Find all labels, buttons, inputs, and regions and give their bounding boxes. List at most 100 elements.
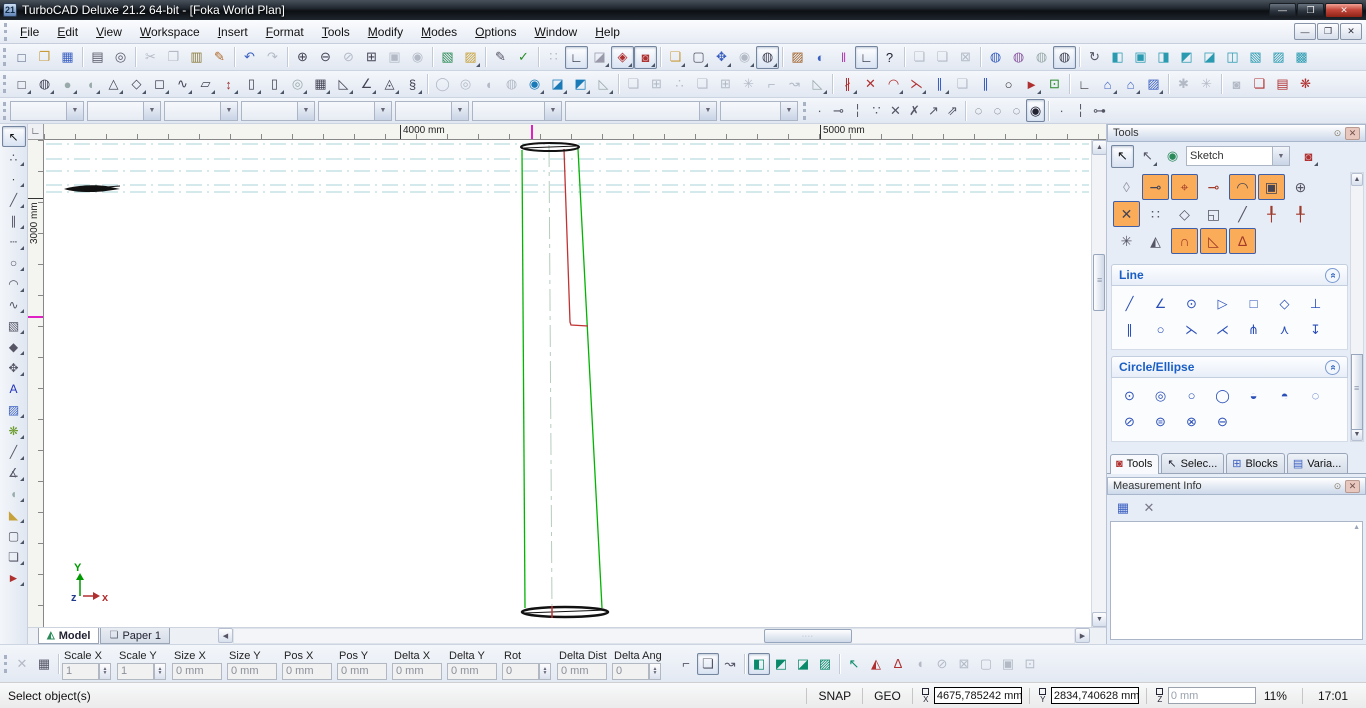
line-tangent-arc-tool[interactable]: ○: [1147, 317, 1174, 342]
dropdown-arrow-icon[interactable]: ▼: [699, 102, 716, 120]
cylinder-tool[interactable]: ▯: [240, 73, 263, 96]
ellipse-radii-tool[interactable]: ⊘: [1116, 409, 1143, 434]
redline-tool[interactable]: ►: [2, 567, 26, 588]
snap-mode-line[interactable]: ╎: [1071, 99, 1090, 122]
snap-mode-pair[interactable]: ∵: [867, 99, 886, 122]
format-page-tool[interactable]: ▤: [1271, 73, 1294, 96]
scroll-right-icon[interactable]: ▶: [1075, 628, 1090, 643]
palette-node-select-tool[interactable]: ↖: [1136, 145, 1159, 168]
solid-subtract-tool[interactable]: ◪: [546, 73, 569, 96]
palette-close-icon[interactable]: ✕: [1345, 127, 1360, 140]
view-iso-sw-button[interactable]: ▩: [1290, 46, 1313, 69]
spline-tool[interactable]: ∿: [2, 294, 26, 315]
wedge-2-tool[interactable]: ◺: [806, 73, 829, 96]
palette-close-icon[interactable]: ✕: [1345, 480, 1360, 493]
node-edit-2-tool[interactable]: ⌂: [1119, 73, 1142, 96]
field-input[interactable]: 0 mm ▲▼: [392, 663, 442, 680]
spinner-icon[interactable]: ▲▼: [99, 663, 111, 680]
palette-bucket-tool[interactable]: ◙: [1297, 145, 1320, 168]
menu-file[interactable]: File: [11, 21, 48, 43]
view-iso-se-button[interactable]: ▨: [1267, 46, 1290, 69]
measure-table-button[interactable]: ▦: [1112, 498, 1134, 518]
cone-tool[interactable]: △: [102, 73, 125, 96]
property-combo-4[interactable]: ▼: [241, 101, 315, 121]
property-combo-3[interactable]: ▼: [164, 101, 238, 121]
geo-toggle[interactable]: GEO: [870, 689, 905, 703]
menu-workspace[interactable]: Workspace: [131, 21, 209, 43]
snap-mode-trace[interactable]: ⊶: [1090, 99, 1109, 122]
line-perp-to-line-tool[interactable]: ⋔: [1240, 317, 1267, 342]
text-tool[interactable]: A: [2, 378, 26, 399]
extract-from-button[interactable]: ❏: [664, 46, 687, 69]
overlap-order-tool[interactable]: ❏: [1248, 73, 1271, 96]
copy-button[interactable]: ❐: [162, 46, 185, 69]
vertical-scrollbar[interactable]: ▲ ▼: [1091, 140, 1106, 627]
zoom-in-button[interactable]: ⊕: [291, 46, 314, 69]
lathe-tool[interactable]: ↕: [217, 73, 240, 96]
snap-intersection[interactable]: ✕: [1113, 201, 1140, 227]
measure-clear-button[interactable]: ✕: [1138, 498, 1160, 518]
mdi-restore-button[interactable]: ❐: [1317, 23, 1339, 40]
spinner-icon[interactable]: ▲▼: [539, 663, 551, 680]
view-top-button[interactable]: ▣: [1129, 46, 1152, 69]
render-wireframe-button[interactable]: ◍: [984, 46, 1007, 69]
material-button[interactable]: ▨: [786, 46, 809, 69]
selector-edit-button[interactable]: ↝: [719, 653, 741, 675]
transform-select-tool[interactable]: ▢: [2, 525, 26, 546]
collapse-icon[interactable]: »: [1325, 360, 1340, 375]
snap-magnetic-point[interactable]: ∩: [1171, 228, 1198, 254]
zoom-previous-button[interactable]: ⊘: [337, 46, 360, 69]
boolean-intersect-tool[interactable]: ◖: [477, 73, 500, 96]
palette-world-button[interactable]: ◉: [1161, 145, 1184, 168]
trim-tool[interactable]: ∦: [836, 73, 859, 96]
angle-dimension-tool[interactable]: ∡: [2, 462, 26, 483]
copy-mirror-tool[interactable]: ❏: [691, 73, 714, 96]
property-combo-1[interactable]: ▼: [10, 101, 84, 121]
close-button[interactable]: ✕: [1325, 3, 1363, 18]
copy-vector-tool[interactable]: ⌐: [760, 73, 783, 96]
boolean-subtract-tool[interactable]: ◎: [454, 73, 477, 96]
hemisphere-tool[interactable]: ◖: [79, 73, 102, 96]
vertical-scroll-thumb[interactable]: [1093, 254, 1105, 311]
dimension-tool[interactable]: ╱: [2, 441, 26, 462]
snap-mode-cross[interactable]: ✕: [886, 99, 905, 122]
line-perpendicular-tool[interactable]: ⊥: [1302, 291, 1329, 316]
measurement-info-content[interactable]: ▲: [1110, 521, 1363, 640]
zoom-full-button[interactable]: ▣: [383, 46, 406, 69]
render-hidden-line-button[interactable]: ◍: [1007, 46, 1030, 69]
context-help-button[interactable]: ?: [878, 46, 901, 69]
circle-concentric-tool[interactable]: ◎: [1147, 383, 1174, 408]
view-back-button[interactable]: ◪: [1198, 46, 1221, 69]
line-polygon-vertex-tool[interactable]: ▷: [1209, 291, 1236, 316]
object-snap-tool[interactable]: ⊡: [1043, 73, 1066, 96]
selector-2d-button[interactable]: ⌐: [675, 653, 697, 675]
solid-3d-tool[interactable]: ◆: [2, 336, 26, 357]
tab-model[interactable]: ◭ Model: [38, 628, 99, 644]
field-input[interactable]: 0 mm ▲▼: [447, 663, 497, 680]
boolean-slice-tool[interactable]: ◍: [500, 73, 523, 96]
menu-view[interactable]: View: [87, 21, 131, 43]
luminance-button[interactable]: ◐: [809, 46, 832, 69]
dropdown-arrow-icon[interactable]: ▼: [451, 102, 468, 120]
view-front-button[interactable]: ◧: [1106, 46, 1129, 69]
stretch-tool[interactable]: ❏: [951, 73, 974, 96]
snap-mode-nearest[interactable]: ⊸: [829, 99, 848, 122]
circle-edit-tool[interactable]: ○: [997, 73, 1020, 96]
spiral-3d-tool[interactable]: §: [401, 73, 424, 96]
snap-mode-cross-2[interactable]: ✗: [905, 99, 924, 122]
field-input[interactable]: 0 ▲▼: [502, 663, 539, 680]
menu-insert[interactable]: Insert: [209, 21, 257, 43]
snap-mode-circle-2[interactable]: ◌: [988, 99, 1007, 122]
snap-arc-center[interactable]: ◠: [1229, 174, 1256, 200]
scroll-left-icon[interactable]: ◀: [218, 628, 233, 643]
eraser-toggle[interactable]: ◪: [588, 46, 611, 69]
circle-tangent-line-tool[interactable]: ◒: [1240, 383, 1267, 408]
field-input[interactable]: 0 mm ▲▼: [557, 663, 607, 680]
snap-quadrant[interactable]: ▣: [1258, 174, 1285, 200]
spinner-icon[interactable]: ▲▼: [649, 663, 661, 680]
chamfer-tool[interactable]: ⋋: [905, 73, 928, 96]
dropdown-arrow-icon[interactable]: ▼: [297, 102, 314, 120]
snap-none[interactable]: ◊: [1113, 174, 1140, 200]
walk-through-button[interactable]: ◉: [733, 46, 756, 69]
polyline-3d-tool[interactable]: ◬: [378, 73, 401, 96]
